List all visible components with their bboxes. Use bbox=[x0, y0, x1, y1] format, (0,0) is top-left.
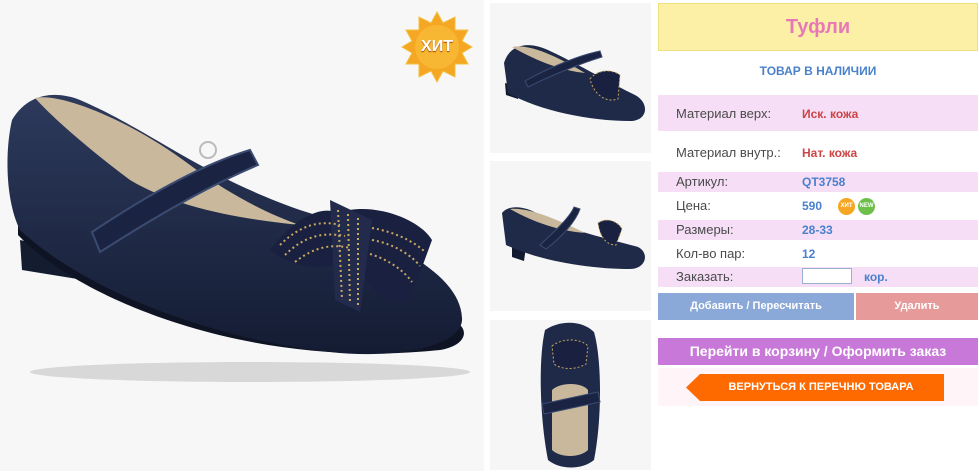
order-row: Заказать: кор. bbox=[658, 267, 978, 287]
hit-badge-label: ХИТ bbox=[421, 38, 453, 55]
attr-label: Размеры: bbox=[676, 222, 734, 237]
product-title: Туфли bbox=[658, 3, 978, 51]
shoe-thumbnail-image bbox=[540, 322, 601, 468]
go-to-cart-button[interactable]: Перейти в корзину / Оформить заказ bbox=[658, 338, 978, 365]
attr-value: 28-33 bbox=[802, 223, 833, 237]
hit-mini-badge-icon: ХИТ bbox=[838, 198, 855, 215]
thumbnail-3[interactable] bbox=[490, 320, 651, 470]
attr-value: Нат. кожа bbox=[802, 146, 858, 160]
order-unit: кор. bbox=[864, 270, 888, 284]
add-recalculate-button[interactable]: Добавить / Пересчитать bbox=[658, 293, 854, 320]
attr-label: Материал внутр.: bbox=[676, 145, 781, 160]
order-label: Заказать: bbox=[676, 269, 734, 284]
back-to-list-button[interactable]: ВЕРНУТЬСЯ К ПЕРЕЧНЮ ТОВАРА bbox=[686, 374, 944, 401]
attr-row-sizes: Размеры: 28-33 bbox=[658, 220, 978, 240]
thumbnail-1[interactable] bbox=[490, 3, 651, 153]
attr-label: Материал верх: bbox=[676, 106, 772, 121]
attr-value: Иск. кожа bbox=[802, 107, 859, 121]
attr-row-material-inner: Материал внутр.: Нат. кожа bbox=[658, 135, 978, 167]
attr-label: Артикул: bbox=[676, 174, 729, 189]
new-mini-badge-icon: NEW bbox=[858, 198, 875, 215]
delete-button[interactable]: Удалить bbox=[856, 293, 978, 320]
back-to-list-label: ВЕРНУТЬСЯ К ПЕРЕЧНЮ ТОВАРА bbox=[728, 381, 914, 393]
attr-label: Цена: bbox=[676, 198, 711, 213]
stock-status: ТОВАР В НАЛИЧИИ bbox=[759, 64, 877, 78]
attr-row-pairs: Кол-во пар: 12 bbox=[658, 244, 978, 264]
attr-label: Кол-во пар: bbox=[676, 246, 746, 261]
price-value: 590 bbox=[802, 199, 823, 213]
thumbnail-2[interactable] bbox=[490, 161, 651, 311]
shoe-thumbnail-image bbox=[504, 45, 646, 121]
order-quantity-input[interactable] bbox=[802, 268, 852, 284]
attr-row-material-top: Материал верх: Иск. кожа bbox=[658, 95, 978, 131]
shoe-thumbnail-image bbox=[502, 206, 645, 269]
attr-row-article: Артикул: QT3758 bbox=[658, 172, 978, 192]
hit-badge: ХИТ bbox=[400, 10, 474, 84]
back-button-container: ВЕРНУТЬСЯ К ПЕРЕЧНЮ ТОВАРА bbox=[658, 368, 978, 406]
attr-value: 12 bbox=[802, 247, 816, 261]
attr-row-price: Цена: 590 ХИТ NEW bbox=[658, 195, 978, 217]
attr-value: QT3758 bbox=[802, 175, 846, 189]
